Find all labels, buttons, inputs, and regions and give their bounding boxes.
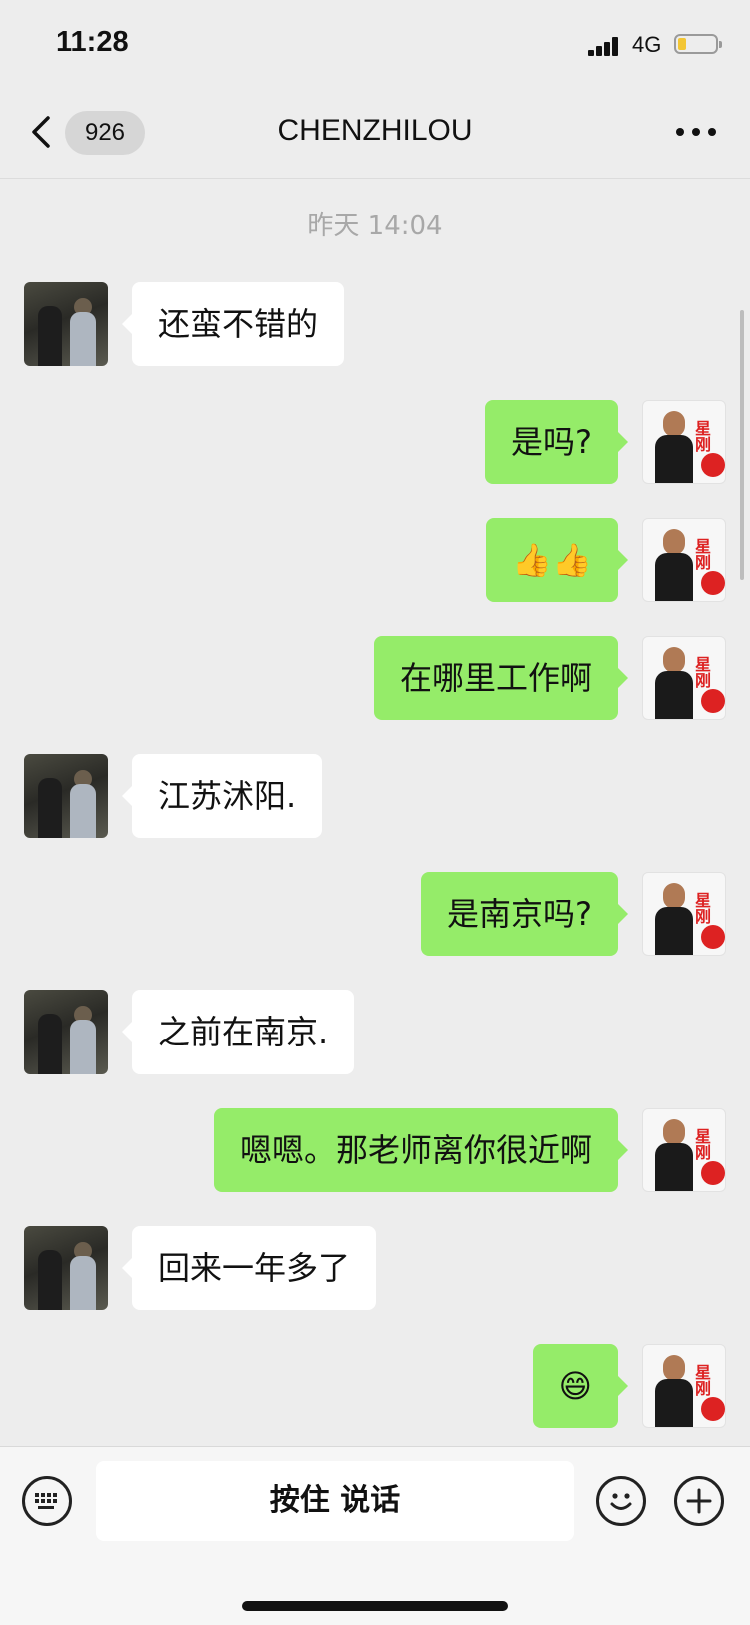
my-avatar[interactable]: 星 刚 — [642, 400, 726, 484]
my-avatar[interactable]: 星 刚 — [642, 636, 726, 720]
add-more-button[interactable] — [674, 1476, 724, 1526]
hold-to-talk-button[interactable]: 按住 说话 — [96, 1461, 574, 1541]
message-bubble-sent[interactable]: 是南京吗? — [421, 872, 628, 956]
message-bubble-received[interactable]: 之前在南京. — [121, 990, 355, 1074]
contact-avatar[interactable] — [24, 754, 108, 838]
message-bubble-sent[interactable]: 😄 — [532, 1344, 629, 1428]
chat-title: CHENZHILOU — [277, 114, 473, 147]
battery-icon — [674, 34, 722, 54]
chat-timestamp: 昨天 14:04 — [307, 211, 443, 241]
message-bubble-sent[interactable]: 在哪里工作啊 — [373, 636, 629, 720]
smiley-icon — [610, 1493, 632, 1510]
my-avatar[interactable]: 星 刚 — [642, 1344, 726, 1428]
plus-icon — [686, 1488, 712, 1514]
network-type: 4G — [632, 32, 662, 57]
message-bubble-received[interactable]: 还蛮不错的 — [121, 282, 345, 366]
keyboard-icon — [35, 1493, 57, 1509]
message-bubble-received[interactable]: 回来一年多了 — [121, 1226, 377, 1310]
chat-scrollbar[interactable] — [740, 310, 744, 580]
status-bar: 11:28 4G — [0, 0, 750, 88]
home-indicator[interactable] — [242, 1601, 508, 1611]
my-avatar[interactable]: 星 刚 — [642, 1108, 726, 1192]
chat-header: 926 CHENZHILOU — [0, 88, 750, 179]
more-options-button[interactable] — [676, 128, 716, 138]
my-avatar[interactable]: 星 刚 — [642, 872, 726, 956]
signal-icon — [588, 36, 624, 56]
contact-avatar[interactable] — [24, 990, 108, 1074]
message-bubble-sent[interactable]: 👍👍 — [486, 518, 628, 602]
my-avatar[interactable]: 星 刚 — [642, 518, 726, 602]
contact-avatar[interactable] — [24, 282, 108, 366]
keyboard-toggle-button[interactable] — [22, 1476, 72, 1526]
message-bubble-sent[interactable]: 是吗? — [485, 400, 628, 484]
emoji-button[interactable] — [596, 1476, 646, 1526]
contact-avatar[interactable] — [24, 1226, 108, 1310]
input-bar: 按住 说话 — [0, 1446, 750, 1625]
message-bubble-received[interactable]: 江苏沭阳. — [121, 754, 323, 838]
status-time: 11:28 — [56, 26, 129, 58]
message-bubble-sent[interactable]: 嗯嗯。那老师离你很近啊 — [213, 1108, 629, 1192]
